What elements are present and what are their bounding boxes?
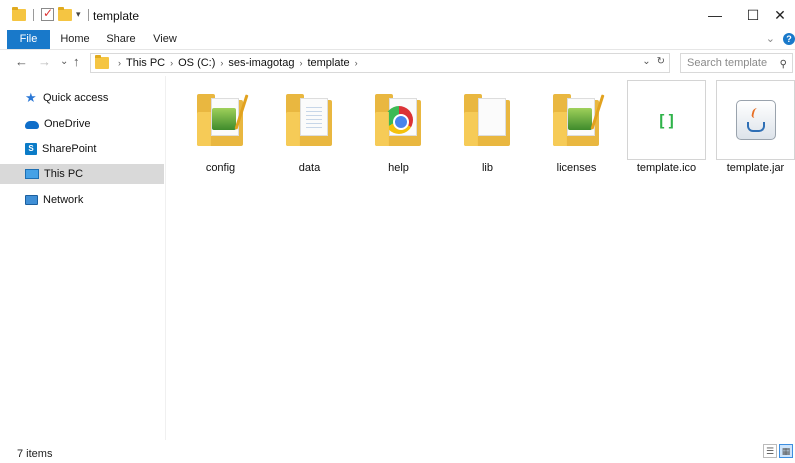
star-icon: ★	[25, 90, 37, 105]
window-title: template	[93, 9, 140, 23]
back-button[interactable]: ←	[15, 54, 28, 69]
file-name: template.ico	[636, 162, 697, 174]
breadcrumb-os-c[interactable]: OS (C:)	[178, 57, 215, 69]
sharepoint-icon: S	[25, 143, 37, 155]
bracket-icon: []	[656, 110, 677, 130]
minimize-button[interactable]: —	[695, 0, 735, 30]
view-switcher: ☰ ▦	[763, 444, 793, 458]
item-count: 7 items	[17, 448, 53, 460]
divider	[33, 8, 34, 21]
search-input[interactable]: Search template ⚲	[680, 53, 793, 73]
file-item-config[interactable]: config	[181, 80, 260, 178]
navigation-pane: ★ Quick access OneDrive S SharePoint Thi…	[0, 76, 166, 440]
title-bar: ▾ template — ☐ ✕	[0, 0, 795, 30]
ribbon: File Home Share View ⌄ ?	[0, 30, 795, 49]
sidebar-item-label: This PC	[44, 168, 84, 180]
tab-view[interactable]: View	[146, 30, 184, 49]
folder-thumbnail	[270, 80, 349, 160]
chevron-icon: ›	[118, 58, 121, 68]
large-icons-view-button[interactable]: ▦	[779, 444, 793, 458]
file-item-template-jar[interactable]: template.jar	[716, 80, 795, 178]
file-name: template.jar	[726, 162, 785, 174]
file-list: config data help lib licenses [] templat…	[167, 76, 795, 440]
recent-locations-button[interactable]: ⌄	[60, 56, 68, 67]
sidebar-item-label: OneDrive	[44, 118, 91, 130]
address-bar[interactable]: › This PC › OS (C:) › ses-imagotag › tem…	[90, 53, 670, 73]
sidebar-item-label: SharePoint	[42, 143, 97, 155]
quick-access-toolbar: ▾	[12, 6, 92, 21]
refresh-icon[interactable]: ↻	[657, 56, 665, 67]
folder-icon	[95, 55, 109, 69]
chevron-icon[interactable]: ›	[170, 58, 173, 68]
computer-icon	[25, 169, 39, 179]
up-button[interactable]: ↑	[73, 54, 80, 69]
tab-share[interactable]: Share	[101, 30, 141, 49]
new-folder-icon[interactable]	[58, 6, 72, 21]
chevron-icon[interactable]: ›	[355, 58, 358, 68]
breadcrumb-ses-imagotag[interactable]: ses-imagotag	[228, 57, 294, 69]
sidebar-item-label: Network	[43, 194, 84, 206]
java-icon	[735, 100, 776, 140]
cloud-icon	[25, 121, 39, 129]
address-dropdown-icon[interactable]: ⌄	[642, 56, 650, 67]
breadcrumb-this-pc[interactable]: This PC	[126, 57, 165, 69]
search-icon[interactable]: ⚲	[780, 56, 787, 74]
folder-icon	[12, 6, 26, 21]
address-row: ← → ⌄ ↑ › This PC › OS (C:) › ses-imagot…	[0, 49, 795, 75]
file-name: config	[205, 162, 236, 174]
properties-icon[interactable]	[41, 6, 54, 21]
sidebar-item-this-pc[interactable]: This PC	[0, 164, 164, 184]
forward-button[interactable]: →	[38, 54, 51, 69]
file-name: help	[388, 162, 409, 174]
help-icon[interactable]: ?	[783, 32, 795, 45]
file-name: data	[298, 162, 321, 174]
tab-home[interactable]: Home	[55, 30, 95, 49]
ico-thumbnail: []	[627, 80, 706, 160]
chevron-icon[interactable]: ›	[220, 58, 223, 68]
sidebar-item-quick-access[interactable]: ★ Quick access	[0, 88, 164, 108]
folder-thumbnail	[359, 80, 438, 160]
sidebar-item-sharepoint[interactable]: S SharePoint	[0, 139, 164, 159]
expand-ribbon-icon[interactable]: ⌄	[766, 32, 775, 45]
network-icon	[25, 195, 38, 205]
file-name: lib	[481, 162, 493, 174]
tab-file[interactable]: File	[7, 30, 50, 49]
folder-icon	[463, 94, 512, 146]
search-placeholder: Search template	[687, 57, 768, 69]
chevron-icon[interactable]: ›	[299, 58, 302, 68]
close-button[interactable]: ✕	[760, 0, 795, 30]
folder-icon	[552, 94, 604, 146]
status-bar: 7 items ☰ ▦	[0, 440, 795, 463]
folder-icon	[196, 94, 248, 146]
customize-toolbar-icon[interactable]: ▾	[76, 9, 81, 20]
jar-thumbnail	[716, 80, 795, 160]
file-item-lib[interactable]: lib	[448, 80, 527, 178]
folder-thumbnail	[537, 80, 616, 160]
file-name: licenses	[556, 162, 597, 174]
folder-thumbnail	[448, 80, 527, 160]
folder-icon	[285, 94, 334, 146]
sidebar-item-network[interactable]: Network	[0, 190, 164, 210]
breadcrumb-template[interactable]: template	[307, 57, 349, 69]
file-item-help[interactable]: help	[359, 80, 438, 178]
file-item-template-ico[interactable]: [] template.ico	[627, 80, 706, 178]
divider	[87, 8, 89, 21]
file-item-data[interactable]: data	[270, 80, 349, 178]
ribbon-controls: ⌄ ?	[766, 32, 795, 45]
folder-icon	[374, 94, 423, 146]
file-item-licenses[interactable]: licenses	[537, 80, 616, 178]
sidebar-item-label: Quick access	[43, 92, 109, 104]
details-view-button[interactable]: ☰	[763, 444, 777, 458]
folder-thumbnail	[181, 80, 260, 160]
sidebar-item-onedrive[interactable]: OneDrive	[0, 114, 164, 134]
address-controls: ⌄ ↻	[642, 56, 665, 67]
